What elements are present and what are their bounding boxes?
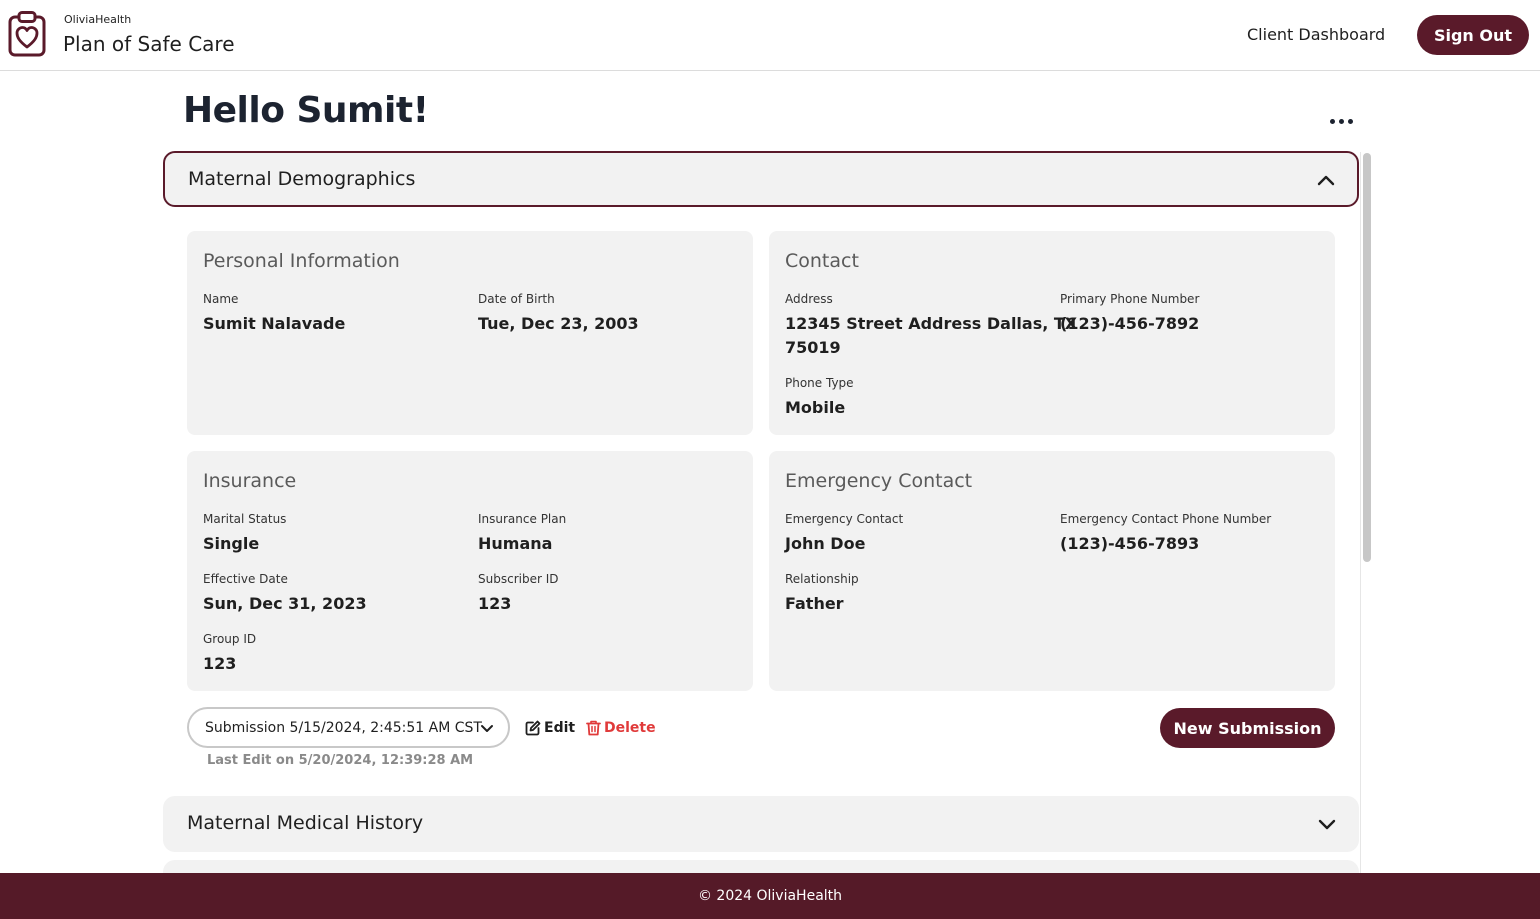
app-title: Plan of Safe Care <box>63 32 235 56</box>
delete-label: Delete <box>604 720 656 736</box>
accordion-label: Maternal Demographics <box>188 168 416 190</box>
card-title: Contact <box>785 250 859 272</box>
brand-name: OliviaHealth <box>64 13 132 26</box>
more-options-icon[interactable] <box>1328 114 1356 128</box>
emergency-contact-value: John Doe <box>785 534 866 553</box>
emergency-contact-card: Emergency Contact Emergency Contact John… <box>769 451 1335 691</box>
page-title: Hello Sumit! <box>183 90 429 131</box>
submission-select[interactable]: Submission 5/15/2024, 2:45:51 AM CST <box>187 707 510 748</box>
new-submission-button[interactable]: New Submission <box>1160 708 1335 748</box>
relationship-label: Relationship <box>785 572 859 586</box>
copyright-text: © 2024 OliviaHealth <box>697 888 843 904</box>
relationship-value: Father <box>785 594 844 613</box>
dob-value: Tue, Dec 23, 2003 <box>478 314 639 333</box>
footer: © 2024 OliviaHealth <box>0 873 1540 919</box>
phone-type-label: Phone Type <box>785 376 854 390</box>
top-header: OliviaHealth Plan of Safe Care Client Da… <box>0 0 1540 71</box>
insurance-card: Insurance Marital Status Single Insuranc… <box>187 451 753 691</box>
effective-date-label: Effective Date <box>203 572 288 586</box>
subscriber-id-label: Subscriber ID <box>478 572 559 586</box>
card-title: Personal Information <box>203 250 400 272</box>
clipboard-heart-icon[interactable] <box>8 11 46 57</box>
name-value: Sumit Nalavade <box>203 314 346 333</box>
scrollbar-thumb[interactable] <box>1363 153 1371 562</box>
client-dashboard-link[interactable]: Client Dashboard <box>1247 25 1385 44</box>
delete-button[interactable]: Delete <box>586 718 656 738</box>
marital-status-label: Marital Status <box>203 512 287 526</box>
group-id-label: Group ID <box>203 632 257 646</box>
personal-information-card: Personal Information Name Sumit Nalavade… <box>187 231 753 435</box>
sign-out-button[interactable]: Sign Out <box>1417 15 1529 55</box>
card-title: Insurance <box>203 470 297 492</box>
chevron-down-icon[interactable] <box>1317 814 1337 834</box>
subscriber-id-value: 123 <box>478 594 512 613</box>
contact-card: Contact Address 12345 Street Address Dal… <box>769 231 1335 435</box>
phone-type-value: Mobile <box>785 398 846 417</box>
insurance-plan-label: Insurance Plan <box>478 512 567 526</box>
emergency-phone-label: Emergency Contact Phone Number <box>1060 512 1272 526</box>
last-edit-text: Last Edit on 5/20/2024, 12:39:28 AM <box>207 753 474 768</box>
chevron-down-icon <box>481 725 493 732</box>
chevron-up-icon[interactable] <box>1316 170 1336 190</box>
marital-status-value: Single <box>203 534 260 553</box>
address-line1: 12345 Street Address Dallas, TX <box>785 314 1078 333</box>
primary-phone-label: Primary Phone Number <box>1060 292 1200 306</box>
primary-phone-value: (123)-456-7892 <box>1060 314 1200 333</box>
dob-label: Date of Birth <box>478 292 555 306</box>
address-line2: 75019 <box>785 338 841 357</box>
edit-icon <box>525 720 541 736</box>
emergency-contact-label: Emergency Contact <box>785 512 904 526</box>
emergency-phone-value: (123)-456-7893 <box>1060 534 1200 553</box>
insurance-plan-value: Humana <box>478 534 553 553</box>
name-label: Name <box>203 292 239 306</box>
address-label: Address <box>785 292 833 306</box>
card-title: Emergency Contact <box>785 470 973 492</box>
effective-date-value: Sun, Dec 31, 2023 <box>203 594 367 613</box>
accordion-maternal-medical-history[interactable]: Maternal Medical History <box>163 796 1359 852</box>
edit-button[interactable]: Edit <box>525 718 575 738</box>
trash-icon <box>586 720 601 736</box>
group-id-value: 123 <box>203 654 237 673</box>
accordion-maternal-demographics[interactable]: Maternal Demographics <box>163 151 1359 207</box>
submission-select-value: Submission 5/15/2024, 2:45:51 AM CST <box>205 720 482 736</box>
accordion-label: Maternal Medical History <box>187 812 424 834</box>
edit-label: Edit <box>544 720 576 736</box>
